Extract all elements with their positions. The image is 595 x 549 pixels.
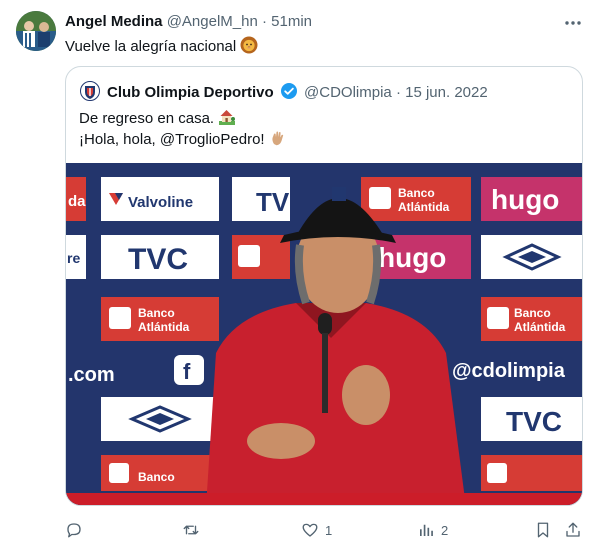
tweet-time[interactable]: 51min xyxy=(271,13,312,30)
svg-text:hugo: hugo xyxy=(378,242,446,273)
like-button[interactable]: 1 xyxy=(301,515,332,545)
views-button[interactable]: 2 xyxy=(417,515,448,545)
board-banco-atlantida-5: Banco xyxy=(101,455,219,491)
quoted-text-line2: ¡Hola, hola, @TroglioPedro! xyxy=(79,129,287,151)
tweet[interactable]: Angel Medina @AngelM_hn · 51min Vuelve l… xyxy=(0,0,595,549)
board-re: re xyxy=(66,235,86,279)
reply-icon xyxy=(67,523,81,538)
more-options-icon[interactable] xyxy=(563,13,583,33)
tweet-actions: 1 2 xyxy=(0,515,595,545)
board-umbro-2 xyxy=(101,397,219,441)
quoted-text-line2-suffix: ! xyxy=(260,131,265,148)
author-handle[interactable]: @AngelM_hn xyxy=(167,13,258,30)
svg-text:Banco: Banco xyxy=(514,306,551,320)
author-avatar[interactable] xyxy=(16,11,56,51)
reply-button[interactable] xyxy=(65,515,89,545)
analytics-icon xyxy=(420,524,433,536)
board-cdolimpia: @cdolimpia xyxy=(452,360,566,382)
board-banco-atlantida-4: Banco Atlántida xyxy=(481,297,582,341)
board-tvc: TVC xyxy=(101,235,219,279)
svg-text:Atlántida: Atlántida xyxy=(398,200,450,214)
quoted-separator-dot: · xyxy=(395,84,401,101)
share-button[interactable] xyxy=(564,515,582,545)
bookmark-button[interactable] xyxy=(534,515,552,545)
svg-text:TV: TV xyxy=(256,187,290,217)
tweet-photo[interactable]: da Valvoline TV Banco Atlántida hugo re … xyxy=(66,163,582,505)
quoted-text-line1-content: De regreso en casa. xyxy=(79,110,215,127)
svg-text:hugo: hugo xyxy=(491,184,559,215)
svg-text:f: f xyxy=(183,359,191,384)
svg-text:TVC: TVC xyxy=(506,406,562,437)
share-icon xyxy=(566,522,580,537)
board-valvoline: Valvoline xyxy=(101,177,219,221)
board-umbro xyxy=(481,235,582,279)
waving-hand-icon xyxy=(269,129,287,151)
board-hugo: hugo xyxy=(481,177,582,221)
quoted-tweet[interactable]: Club Olimpia Deportivo @CDOlimpia · 15 j… xyxy=(65,66,583,506)
tweet-text-content: Vuelve la alegría nacional xyxy=(65,38,237,55)
svg-text:Banco: Banco xyxy=(398,186,435,200)
separator-dot: · xyxy=(261,13,267,30)
svg-text:Atlántida: Atlántida xyxy=(138,320,190,334)
tweet-header: Angel Medina @AngelM_hn · 51min xyxy=(65,13,312,30)
quoted-author-name[interactable]: Club Olimpia Deportivo xyxy=(107,84,274,101)
mention-link[interactable]: @TroglioPedro xyxy=(160,131,261,148)
views-count: 2 xyxy=(441,522,449,538)
verified-badge-icon xyxy=(280,82,298,104)
like-count: 1 xyxy=(325,522,333,538)
svg-text:Atlántida: Atlántida xyxy=(514,320,566,334)
quoted-author-handle[interactable]: @CDOlimpia xyxy=(304,84,392,101)
tweet-text: Vuelve la alegría nacional xyxy=(65,36,258,58)
house-with-garden-icon xyxy=(218,108,236,130)
bookmark-icon xyxy=(537,522,549,538)
lion-face-icon xyxy=(240,36,258,58)
svg-text:Valvoline: Valvoline xyxy=(128,194,193,211)
svg-text:Banco: Banco xyxy=(138,470,175,484)
retweet-button[interactable] xyxy=(182,515,206,545)
board-banco-atlantida: Banco Atlántida xyxy=(361,177,471,221)
svg-text:da: da xyxy=(68,193,86,210)
svg-text:TVC: TVC xyxy=(128,243,188,276)
quoted-tweet-date[interactable]: 15 jun. 2022 xyxy=(405,84,488,101)
board-banco-atlantida-6 xyxy=(481,455,582,491)
quoted-text-line1: De regreso en casa. xyxy=(79,108,236,130)
board-da: da xyxy=(66,177,86,221)
svg-text:.com: .com xyxy=(68,364,115,386)
board-tvc-2: TVC xyxy=(481,397,582,441)
quoted-text-line2-prefix: ¡Hola, hola, xyxy=(79,131,160,148)
board-tv: TV xyxy=(232,177,290,221)
heart-icon xyxy=(302,523,318,537)
retweet-icon xyxy=(183,525,199,535)
svg-text:re: re xyxy=(67,250,80,266)
author-name[interactable]: Angel Medina xyxy=(65,13,163,30)
quoted-author-avatar[interactable] xyxy=(80,81,100,101)
board-banco-atlantida-3: Banco Atlántida xyxy=(101,297,219,341)
svg-text:@cdolimpia: @cdolimpia xyxy=(452,360,566,382)
svg-text:Banco: Banco xyxy=(138,306,175,320)
quoted-tweet-header: Club Olimpia Deportivo @CDOlimpia · 15 j… xyxy=(107,82,488,104)
